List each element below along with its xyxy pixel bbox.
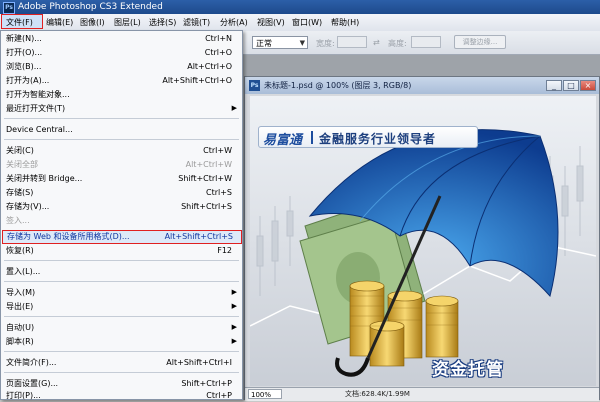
- title-bar: Ps Adobe Photoshop CS3 Extended: [0, 0, 600, 14]
- window-title: Adobe Photoshop CS3 Extended: [18, 2, 163, 12]
- menu-item-save-for-web[interactable]: 存储为 Web 和设备所用格式(D)... Alt+Shift+Ctrl+S: [2, 230, 242, 244]
- menu-item-close-all[interactable]: 关闭全部 Alt+Ctrl+W: [1, 158, 242, 171]
- submenu-arrow-icon: ▶: [231, 104, 237, 112]
- menu-item-save-for-web-content: 存储为 Web 和设备所用格式(D)... Alt+Shift+Ctrl+S: [7, 232, 233, 241]
- menu-item-scripts[interactable]: 脚本(R) ▶: [1, 335, 242, 348]
- menu-item-revert[interactable]: 恢复(R) F12: [1, 244, 242, 257]
- brand-logo: 易富通: [263, 133, 303, 148]
- canvas-caption: 资金托管: [432, 360, 504, 380]
- document-title-bar[interactable]: Ps 未标题-1.psd @ 100% (图层 3, RGB/8) _ □ ×: [245, 77, 599, 94]
- menu-item-new[interactable]: 新建(N)... Ctrl+N: [1, 32, 242, 45]
- swap-icon[interactable]: ⇄: [373, 38, 383, 47]
- height-field[interactable]: [411, 36, 441, 48]
- menu-window[interactable]: 窗口(W): [292, 16, 322, 29]
- chevron-down-icon: ▼: [299, 39, 305, 47]
- menu-item-file-info[interactable]: 文件简介(F)... Alt+Shift+Ctrl+I: [1, 356, 242, 369]
- menu-separator: [4, 351, 239, 352]
- menu-item-open[interactable]: 打开(O)... Ctrl+O: [1, 46, 242, 59]
- document-size[interactable]: 文档:628.4K/1.99M: [345, 389, 410, 399]
- menu-edit[interactable]: 编辑(E): [46, 16, 73, 29]
- menu-item-close-go-bridge[interactable]: 关闭并转到 Bridge... Shift+Ctrl+W: [1, 172, 242, 185]
- menu-item-device-central[interactable]: Device Central...: [1, 123, 242, 136]
- canvas-logo-banner: 易富通 金融服务行业领导者: [258, 126, 478, 148]
- menu-item-open-as[interactable]: 打开为(A)... Alt+Shift+Ctrl+O: [1, 74, 242, 87]
- close-button[interactable]: ×: [580, 80, 596, 91]
- document-status-bar: 100% 文档:628.4K/1.99M: [245, 387, 599, 401]
- menu-item-export[interactable]: 导出(E) ▶: [1, 300, 242, 313]
- mode-select[interactable]: 正常 ▼: [252, 36, 308, 49]
- menu-analysis[interactable]: 分析(A): [220, 16, 248, 29]
- menu-item-save[interactable]: 存储(S) Ctrl+S: [1, 186, 242, 199]
- menu-file[interactable]: 文件(F): [6, 16, 33, 29]
- document-window: Ps 未标题-1.psd @ 100% (图层 3, RGB/8) _ □ ×: [244, 76, 600, 401]
- menu-item-print[interactable]: 打印(P)... Ctrl+P: [1, 389, 242, 402]
- brand-slogan: 金融服务行业领导者: [319, 132, 437, 146]
- menu-item-place[interactable]: 置入(L)...: [1, 265, 242, 278]
- file-menu-dropdown: 新建(N)... Ctrl+N 打开(O)... Ctrl+O 浏览(B)... Al…: [0, 30, 243, 400]
- menu-separator: [4, 281, 239, 282]
- height-label: 高度:: [388, 39, 407, 48]
- menu-separator: [4, 260, 239, 261]
- submenu-arrow-icon: ▶: [231, 288, 237, 296]
- menu-item-open-smart-object[interactable]: 打开为智能对象...: [1, 88, 242, 101]
- menu-item-close[interactable]: 关闭(C) Ctrl+W: [1, 144, 242, 157]
- width-field[interactable]: [337, 36, 367, 48]
- submenu-arrow-icon: ▶: [231, 323, 237, 331]
- menu-item-import[interactable]: 导入(M) ▶: [1, 286, 242, 299]
- width-label: 宽度:: [316, 39, 335, 48]
- menu-separator: [4, 316, 239, 317]
- menu-item-save-as[interactable]: 存储为(V)... Shift+Ctrl+S: [1, 200, 242, 213]
- menu-item-automate[interactable]: 自动(U) ▶: [1, 321, 242, 334]
- mode-select-value: 正常: [256, 39, 272, 48]
- photoshop-logo-icon: Ps: [3, 2, 15, 14]
- image-canvas[interactable]: 易富通 金融服务行业领导者 资金托管: [250, 96, 596, 386]
- menu-item-recent-files[interactable]: 最近打开文件(T) ▶: [1, 102, 242, 115]
- menu-view[interactable]: 视图(V): [257, 16, 285, 29]
- submenu-arrow-icon: ▶: [231, 302, 237, 310]
- minimize-button[interactable]: _: [546, 80, 562, 91]
- menu-layer[interactable]: 图层(L): [114, 16, 141, 29]
- submenu-arrow-icon: ▶: [231, 337, 237, 345]
- menu-filter[interactable]: 滤镜(T): [183, 16, 210, 29]
- document-title: 未标题-1.psd @ 100% (图层 3, RGB/8): [264, 81, 412, 90]
- menu-item-browse[interactable]: 浏览(B)... Alt+Ctrl+O: [1, 60, 242, 73]
- menu-image[interactable]: 图像(I): [80, 16, 105, 29]
- document-icon: Ps: [249, 80, 260, 91]
- menu-separator: [4, 139, 239, 140]
- menu-separator: [4, 372, 239, 373]
- logo-divider: [311, 131, 313, 144]
- maximize-button[interactable]: □: [563, 80, 579, 91]
- menu-help[interactable]: 帮助(H): [331, 16, 359, 29]
- menu-item-check-in[interactable]: 签入...: [1, 214, 242, 227]
- menu-separator: [4, 118, 239, 119]
- zoom-field[interactable]: 100%: [248, 389, 282, 399]
- menu-select[interactable]: 选择(S): [149, 16, 176, 29]
- refine-edge-button[interactable]: 调整边缘...: [454, 35, 506, 49]
